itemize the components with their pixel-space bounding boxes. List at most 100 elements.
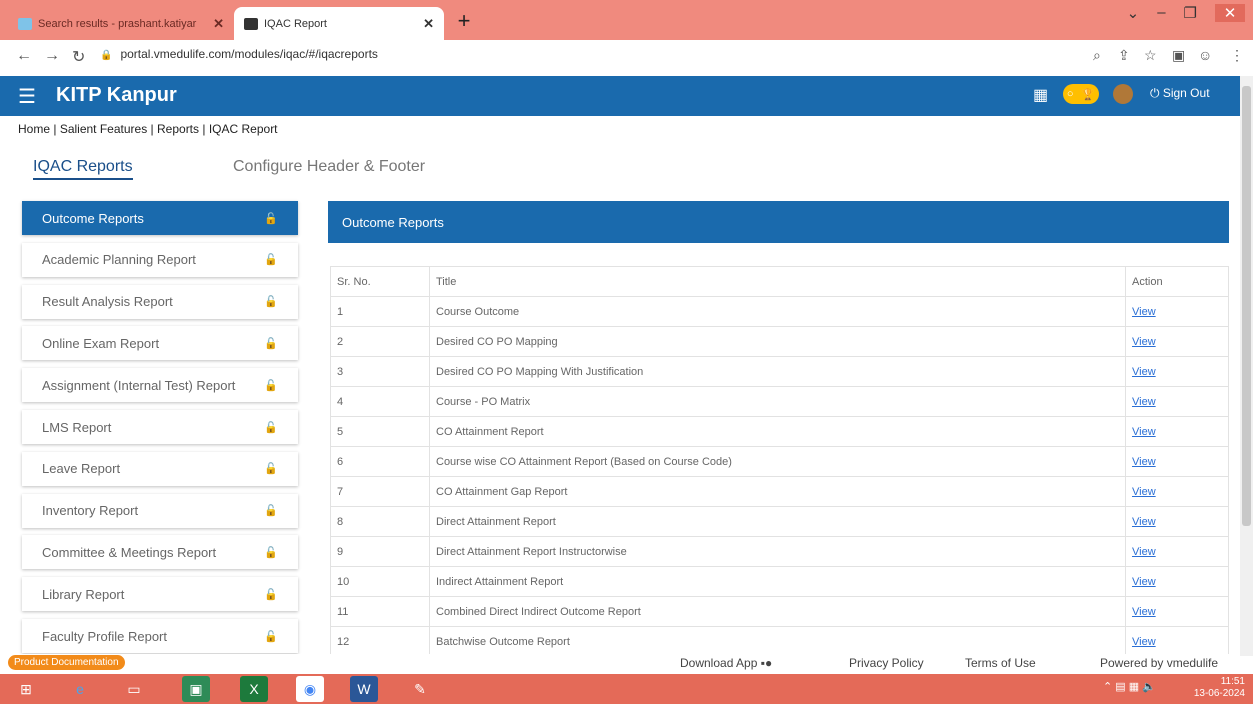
table-row: 7 CO Attainment Gap Report View xyxy=(330,476,1229,507)
view-link[interactable]: View xyxy=(1132,306,1156,318)
paint-icon[interactable]: ✎ xyxy=(406,676,434,702)
sidebar-item-label: Faculty Profile Report xyxy=(42,628,167,644)
action-cell: View xyxy=(1125,536,1229,567)
browser-menu-icon[interactable]: ⋮ xyxy=(1230,47,1244,64)
unlock-icon: 🔓 xyxy=(264,379,278,392)
unlock-icon: 🔓 xyxy=(264,296,278,309)
close-tab-icon[interactable]: ✕ xyxy=(213,16,224,32)
column-header-sr: Sr. No. xyxy=(330,266,430,297)
view-link[interactable]: View xyxy=(1132,456,1156,468)
maximize-button[interactable]: ❐ xyxy=(1184,4,1197,22)
browser-tab-iqac[interactable]: IQAC Report ✕ xyxy=(234,7,444,40)
minimize-button[interactable]: – xyxy=(1157,4,1165,22)
clock-date: 13-06-2024 xyxy=(1193,688,1245,699)
column-header-action: Action xyxy=(1125,266,1229,297)
sidebar-item[interactable]: Outcome Reports 🔓 xyxy=(22,201,298,235)
new-tab-button[interactable]: + xyxy=(452,8,476,33)
sidebar-item-label: Library Report xyxy=(42,586,125,602)
apps-grid-icon[interactable]: ▦ xyxy=(1033,85,1048,105)
view-link[interactable]: View xyxy=(1132,396,1156,408)
table-row: 10 Indirect Attainment Report View xyxy=(330,566,1229,597)
sr-no-cell: 7 xyxy=(330,476,430,507)
forward-button[interactable]: → xyxy=(44,47,60,65)
sign-out-button[interactable]: ⏻ Sign Out xyxy=(1150,86,1210,101)
title-cell: Desired CO PO Mapping With Justification xyxy=(429,356,1126,387)
excel-icon[interactable]: X xyxy=(240,676,268,702)
unlock-icon: 🔓 xyxy=(264,463,278,476)
back-button[interactable]: ← xyxy=(16,47,32,65)
table-row: 8 Direct Attainment Report View xyxy=(330,506,1229,537)
action-cell: View xyxy=(1125,386,1229,417)
title-cell: Combined Direct Indirect Outcome Report xyxy=(429,596,1126,627)
close-window-button[interactable]: ✕ xyxy=(1215,4,1245,22)
tab-iqac-reports[interactable]: IQAC Reports xyxy=(33,158,133,180)
word-icon[interactable]: W xyxy=(350,676,378,702)
view-link[interactable]: View xyxy=(1132,516,1156,528)
browser-tab-search[interactable]: Search results - prashant.katiyar ✕ xyxy=(8,7,234,40)
sidepanel-icon[interactable]: ▣ xyxy=(1172,47,1185,64)
action-cell: View xyxy=(1125,566,1229,597)
breadcrumb-reports[interactable]: Reports xyxy=(157,122,199,136)
hamburger-menu-icon[interactable]: ☰ xyxy=(18,84,36,109)
view-link[interactable]: View xyxy=(1132,366,1156,378)
tab-list-icon[interactable]: ⌄ xyxy=(1127,4,1140,22)
sidebar-item[interactable]: Result Analysis Report 🔓 xyxy=(22,284,298,319)
apple-icon[interactable]: ● xyxy=(765,656,772,670)
download-app-link[interactable]: Download App ▪● xyxy=(680,656,772,670)
table-row: 11 Combined Direct Indirect Outcome Repor… xyxy=(330,596,1229,627)
unlock-icon: 🔓 xyxy=(264,421,278,434)
start-windows-icon[interactable]: ⊞ xyxy=(12,676,40,702)
store-icon[interactable]: ▣ xyxy=(182,676,210,702)
sidebar-item[interactable]: Leave Report 🔓 xyxy=(22,451,298,486)
bookmark-star-icon[interactable]: ☆ xyxy=(1144,47,1157,64)
sidebar-item[interactable]: LMS Report 🔓 xyxy=(22,410,298,444)
sr-no-cell: 6 xyxy=(330,446,430,477)
product-documentation-button[interactable]: Product Documentation xyxy=(8,655,125,670)
sidebar-item[interactable]: Library Report 🔓 xyxy=(22,577,298,612)
file-explorer-icon[interactable]: ▭ xyxy=(120,676,148,702)
sign-out-label: Sign Out xyxy=(1162,86,1210,100)
view-link[interactable]: View xyxy=(1132,546,1156,558)
sidebar-item[interactable]: Faculty Profile Report 🔓 xyxy=(22,619,298,653)
terms-of-use-link[interactable]: Terms of Use xyxy=(965,656,1036,670)
view-link[interactable]: View xyxy=(1132,336,1156,348)
sidebar-item[interactable]: Committee & Meetings Report 🔓 xyxy=(22,535,298,570)
title-cell: Direct Attainment Report xyxy=(429,506,1126,537)
user-avatar[interactable] xyxy=(1113,84,1133,104)
internet-explorer-icon[interactable]: e xyxy=(66,676,94,702)
breadcrumb-current: IQAC Report xyxy=(208,122,278,136)
system-tray[interactable]: ⌃ ▤ ▦ 🔈 xyxy=(1103,680,1156,693)
sidebar-item[interactable]: Academic Planning Report 🔓 xyxy=(22,242,298,277)
breadcrumb-salient-features[interactable]: Salient Features xyxy=(60,122,147,136)
sr-no-cell: 8 xyxy=(330,506,430,537)
view-link[interactable]: View xyxy=(1132,606,1156,618)
privacy-policy-link[interactable]: Privacy Policy xyxy=(849,656,924,670)
url-field[interactable]: 🔒 portal.vmedulife.com/modules/iqac/#/iqa… xyxy=(100,47,378,61)
chrome-icon[interactable]: ◉ xyxy=(296,676,324,702)
sidebar-item[interactable]: Online Exam Report 🔓 xyxy=(22,326,298,361)
scrollbar-thumb[interactable] xyxy=(1242,86,1251,526)
sidebar-item[interactable]: Assignment (Internal Test) Report 🔓 xyxy=(22,368,298,403)
view-link[interactable]: View xyxy=(1132,486,1156,498)
profile-avatar-icon[interactable]: ☺ xyxy=(1198,47,1212,63)
title-cell: CO Attainment Gap Report xyxy=(429,476,1126,507)
view-link[interactable]: View xyxy=(1132,576,1156,588)
view-link[interactable]: View xyxy=(1132,636,1156,648)
zoom-icon[interactable]: ⌕ xyxy=(1093,47,1101,64)
powered-by-text: Powered by vmedulife xyxy=(1100,656,1219,670)
table-header-row: Sr. No. Title Action xyxy=(330,266,1229,297)
reload-button[interactable]: ↻ xyxy=(72,47,85,67)
close-tab-icon[interactable]: ✕ xyxy=(423,16,434,32)
sr-no-cell: 10 xyxy=(330,566,430,597)
tab-configure-header-footer[interactable]: Configure Header & Footer xyxy=(233,158,425,176)
table-row: 4 Course - PO Matrix View xyxy=(330,386,1229,417)
tab-favicon-icon xyxy=(18,17,32,30)
taskbar-clock[interactable]: 11:51 13-06-2024 xyxy=(1194,676,1245,700)
breadcrumb-home[interactable]: Home xyxy=(18,122,50,136)
sidebar-item[interactable]: Inventory Report 🔓 xyxy=(22,493,298,528)
sr-no-cell: 11 xyxy=(330,596,430,627)
view-link[interactable]: View xyxy=(1132,426,1156,438)
share-icon[interactable]: ⇪ xyxy=(1118,47,1130,64)
sidebar-item-label: Result Analysis Report xyxy=(42,294,173,310)
trophy-badge[interactable]: ○ 🏆 xyxy=(1063,84,1099,104)
